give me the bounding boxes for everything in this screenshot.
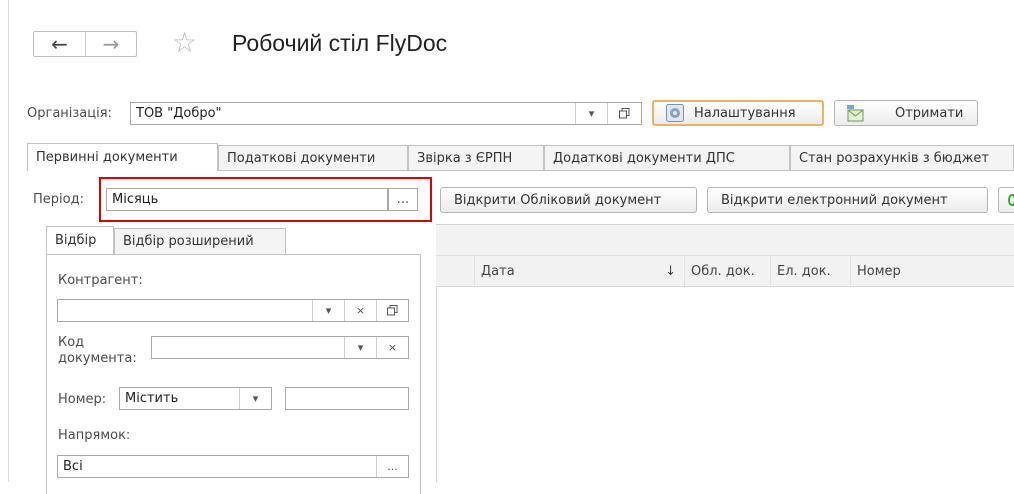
counterparty-field[interactable]: ▾ × bbox=[57, 299, 409, 322]
period-select-button[interactable]: ... bbox=[388, 188, 418, 211]
tab-label: Відбір bbox=[55, 233, 97, 248]
tab-label: Звірка з ЄРПН bbox=[417, 151, 513, 166]
receive-mail-icon bbox=[847, 105, 864, 122]
column-label: Обл. док. bbox=[691, 263, 755, 279]
receive-button-label: Отримати bbox=[895, 105, 964, 121]
chevron-down-icon: ▾ bbox=[357, 341, 364, 354]
tab-label: Відбір розширений bbox=[123, 234, 254, 249]
history-nav: ← → bbox=[33, 31, 137, 57]
overflow-action-button[interactable] bbox=[998, 187, 1014, 213]
close-icon: × bbox=[387, 341, 398, 354]
column-label: Дата bbox=[481, 263, 515, 279]
dropdown-button[interactable]: ▾ bbox=[312, 300, 344, 321]
tab-label: Податкові документи bbox=[227, 151, 376, 166]
dropdown-button[interactable]: ▾ bbox=[239, 388, 271, 409]
tab-label: Первинні документи bbox=[36, 150, 178, 165]
arrow-right-icon: → bbox=[102, 32, 120, 56]
dropdown-button[interactable]: ▾ bbox=[344, 337, 376, 358]
ellipsis-icon: ... bbox=[387, 460, 398, 473]
organization-label: Організація: bbox=[27, 106, 112, 121]
tab-strip-divider bbox=[218, 170, 1014, 171]
gear-icon bbox=[666, 104, 684, 122]
open-accounting-document-button[interactable]: Відкрити Обліковий документ bbox=[440, 187, 697, 213]
forward-button[interactable]: → bbox=[86, 32, 136, 56]
page-title: Робочий стіл FlyDoc bbox=[232, 30, 448, 56]
column-label: Ел. док. bbox=[777, 263, 831, 279]
tab-filter[interactable]: Відбір bbox=[46, 226, 114, 254]
table-header-band bbox=[436, 225, 1014, 256]
period-value: Місяць bbox=[112, 192, 159, 207]
tab-filter-extended[interactable]: Відбір розширений bbox=[114, 228, 286, 254]
column-header-number[interactable]: Номер bbox=[850, 256, 1014, 286]
tab-label: Додаткові документи ДПС bbox=[553, 151, 735, 166]
open-button[interactable] bbox=[607, 103, 641, 124]
button-label: Відкрити Обліковий документ bbox=[454, 192, 662, 208]
favorite-star-icon[interactable]: ☆ bbox=[172, 26, 197, 59]
number-mode-select[interactable]: Містить ▾ bbox=[119, 387, 272, 410]
direction-label: Напрямок: bbox=[58, 428, 131, 443]
back-button[interactable]: ← bbox=[34, 32, 86, 56]
tab-dps-additional-documents[interactable]: Додаткові документи ДПС bbox=[544, 145, 790, 171]
column-label: Номер bbox=[857, 263, 901, 279]
refresh-icon bbox=[1008, 194, 1014, 206]
column-header-electronic-doc[interactable]: Ел. док. bbox=[770, 256, 850, 286]
period-label: Період: bbox=[33, 192, 84, 207]
tab-budget-settlements[interactable]: Стан розрахунків з бюджет bbox=[790, 145, 1014, 171]
receive-button[interactable]: Отримати bbox=[834, 100, 978, 126]
column-header-date[interactable]: Дата ↓ bbox=[474, 256, 684, 286]
open-electronic-document-button[interactable]: Відкрити електронний документ bbox=[707, 187, 988, 213]
table-header: Дата ↓ Обл. док. Ел. док. Номер bbox=[436, 256, 1014, 287]
column-header-accounting-doc[interactable]: Обл. док. bbox=[684, 256, 770, 286]
open-button[interactable] bbox=[376, 300, 408, 321]
direction-value: Всі bbox=[63, 459, 83, 474]
period-field[interactable]: Місяць bbox=[106, 188, 388, 211]
close-icon: × bbox=[355, 304, 366, 317]
counterparty-label: Контрагент: bbox=[58, 273, 143, 288]
number-input[interactable] bbox=[285, 387, 409, 410]
open-form-icon bbox=[619, 108, 630, 119]
clear-button[interactable]: × bbox=[376, 337, 408, 358]
tab-label: Стан розрахунків з бюджет bbox=[799, 151, 990, 166]
tab-erpn-reconciliation[interactable]: Звірка з ЄРПН bbox=[408, 145, 544, 171]
sort-down-icon: ↓ bbox=[665, 263, 676, 279]
tab-tax-documents[interactable]: Податкові документи bbox=[218, 145, 408, 171]
organization-value: ТОВ "Добро" bbox=[136, 106, 222, 121]
chevron-down-icon: ▾ bbox=[325, 304, 332, 317]
open-form-icon bbox=[387, 305, 398, 316]
button-label: Відкрити електронний документ bbox=[721, 192, 948, 208]
settings-button[interactable]: Налаштування bbox=[652, 100, 824, 126]
organization-field[interactable]: ТОВ "Добро" ▾ bbox=[130, 102, 642, 125]
tab-primary-documents[interactable]: Первинні документи bbox=[27, 143, 218, 171]
arrow-left-icon: ← bbox=[51, 32, 68, 56]
clear-button[interactable]: × bbox=[344, 300, 376, 321]
chevron-down-icon: ▾ bbox=[252, 392, 259, 405]
select-button[interactable]: ... bbox=[376, 456, 408, 477]
dropdown-button[interactable]: ▾ bbox=[575, 103, 607, 124]
window-left-border bbox=[8, 0, 9, 482]
doc-code-label-line2: документа: bbox=[58, 351, 137, 366]
number-mode-value: Містить bbox=[125, 391, 179, 406]
number-label: Номер: bbox=[58, 392, 107, 407]
chevron-down-icon: ▾ bbox=[588, 107, 595, 120]
direction-field[interactable]: Всі ... bbox=[57, 455, 409, 478]
doc-code-field[interactable]: ▾ × bbox=[151, 336, 409, 359]
doc-code-label-line1: Код bbox=[58, 335, 85, 350]
settings-button-label: Налаштування bbox=[694, 105, 796, 121]
ellipsis-icon: ... bbox=[396, 192, 410, 207]
